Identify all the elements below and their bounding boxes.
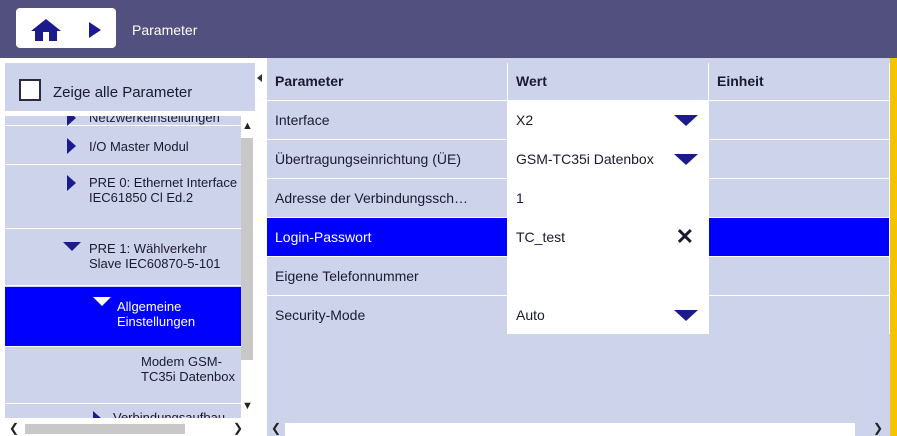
home-icon — [31, 19, 61, 41]
tree-item-netzwerkeinstellungen[interactable]: Netzwerkeinstellungen — [5, 116, 241, 126]
tree-item-pre0[interactable]: PRE 0: Ethernet Interface IEC61850 Cl Ed… — [5, 166, 241, 229]
value-dropdown[interactable]: X2 — [508, 101, 709, 139]
param-name: Adresse der Verbindungssch… — [267, 179, 508, 217]
chevron-right-icon — [67, 138, 76, 154]
param-name: Eigene Telefonnummer — [267, 257, 508, 295]
forward-button[interactable] — [76, 12, 112, 48]
scroll-right-icon[interactable]: ❯ — [873, 421, 883, 435]
tree-item-label: I/O Master Modul — [89, 139, 189, 154]
value-input[interactable]: 1 — [508, 179, 709, 217]
top-bar: Parameter — [0, 0, 897, 58]
tree-item-io-master[interactable]: I/O Master Modul — [5, 127, 241, 165]
scroll-left-icon[interactable]: ❮ — [9, 421, 19, 435]
parameter-table-panel: Parameter Wert Einheit Interface X2 Über… — [267, 58, 897, 436]
value-text: TC_test — [516, 229, 566, 245]
header-parameter: Parameter — [267, 63, 508, 100]
page-title: Parameter — [132, 22, 198, 38]
table-row[interactable]: Übertragungseinrichtung (ÜE) GSM-TC35i D… — [267, 139, 890, 178]
param-name: Login-Passwort — [267, 218, 508, 256]
clear-icon[interactable]: ✕ — [676, 218, 694, 256]
param-name: Security-Mode — [267, 296, 508, 334]
table-row[interactable]: Security-Mode Auto — [267, 295, 890, 334]
table-row[interactable]: Interface X2 — [267, 100, 890, 139]
show-all-label: Zeige alle Parameter — [53, 84, 193, 101]
table-empty-area — [267, 338, 890, 418]
value-dropdown[interactable]: Auto — [508, 296, 709, 334]
tree-item-pre1[interactable]: PRE 1: Wählverkehr Slave IEC60870-5-101 — [5, 230, 241, 286]
param-name: Interface — [267, 101, 508, 139]
table-row[interactable]: Adresse der Verbindungssch… 1 — [267, 178, 890, 217]
dropdown-arrow-icon[interactable] — [674, 154, 698, 165]
table-header: Parameter Wert Einheit — [267, 63, 890, 100]
chevron-right-icon — [93, 411, 102, 418]
header-einheit: Einheit — [709, 63, 890, 100]
show-all-checkbox[interactable] — [19, 79, 41, 101]
scrollbar-thumb[interactable] — [241, 138, 253, 360]
tree-item-modem[interactable]: Modem GSM-TC35i Datenbox — [5, 348, 241, 404]
unit-cell — [709, 218, 890, 256]
table-row[interactable]: Eigene Telefonnummer — [267, 256, 890, 295]
password-input[interactable]: TC_test ✕ — [508, 218, 709, 256]
param-name: Übertragungseinrichtung (ÜE) — [267, 140, 508, 178]
tree-item-label: Verbindungsaufbau — [113, 410, 226, 418]
scroll-right-icon[interactable]: ❯ — [233, 421, 243, 435]
unit-cell — [709, 296, 890, 334]
scroll-down-icon[interactable]: ▼ — [242, 400, 253, 412]
tree-item-allgemeine-einstellungen[interactable]: Allgemeine Einstellungen — [5, 287, 241, 347]
value-text: 1 — [516, 190, 524, 206]
value-input[interactable] — [508, 257, 709, 295]
collapse-panel-icon[interactable] — [257, 74, 262, 82]
tree-item-label: PRE 1: Wählverkehr Slave IEC60870-5-101 — [89, 241, 221, 271]
tree-item-label: Modem GSM-TC35i Datenbox — [141, 354, 235, 384]
scrollbar-track[interactable] — [285, 423, 855, 436]
value-dropdown[interactable]: GSM-TC35i Datenbox — [508, 140, 709, 178]
scroll-left-icon[interactable]: ❮ — [271, 421, 281, 435]
chevron-down-icon — [93, 297, 111, 306]
unit-cell — [709, 140, 890, 178]
dropdown-arrow-icon[interactable] — [674, 115, 698, 126]
play-circle-icon — [89, 22, 101, 38]
chevron-down-icon — [63, 242, 81, 251]
parameter-tree: Netzwerkeinstellungen I/O Master Modul P… — [5, 116, 241, 418]
tree-horizontal-scrollbar[interactable]: ❮ ❯ — [5, 418, 255, 436]
scrollbar-thumb[interactable] — [25, 424, 185, 434]
tree-item-label: PRE 0: Ethernet Interface IEC61850 Cl Ed… — [89, 175, 238, 205]
tree-vertical-scrollbar[interactable]: ▲ ▼ — [241, 116, 255, 418]
tree-item-label: Netzwerkeinstellungen — [89, 116, 220, 125]
header-wert: Wert — [508, 63, 709, 100]
show-all-parameters-toggle[interactable]: Zeige alle Parameter — [5, 63, 255, 111]
parameter-tree-panel: Zeige alle Parameter Netzwerkeinstellung… — [5, 58, 267, 436]
value-text: GSM-TC35i Datenbox — [516, 151, 654, 167]
tree-item-verbindungsaufbau[interactable]: Verbindungsaufbau — [5, 405, 241, 418]
unit-cell — [709, 101, 890, 139]
dropdown-arrow-icon[interactable] — [674, 310, 698, 321]
chevron-right-icon — [67, 175, 76, 191]
table-horizontal-scrollbar[interactable]: ❮ ❯ — [267, 418, 890, 436]
value-text: X2 — [516, 112, 534, 128]
tree-item-label: Allgemeine Einstellungen — [117, 299, 196, 329]
table-row-selected[interactable]: Login-Passwort TC_test ✕ — [267, 217, 890, 256]
unit-cell — [709, 179, 890, 217]
chevron-right-icon — [67, 116, 76, 126]
value-text: Auto — [516, 307, 545, 323]
accent-edge — [890, 58, 897, 436]
scroll-up-icon[interactable]: ▲ — [242, 120, 253, 132]
unit-cell — [709, 257, 890, 295]
